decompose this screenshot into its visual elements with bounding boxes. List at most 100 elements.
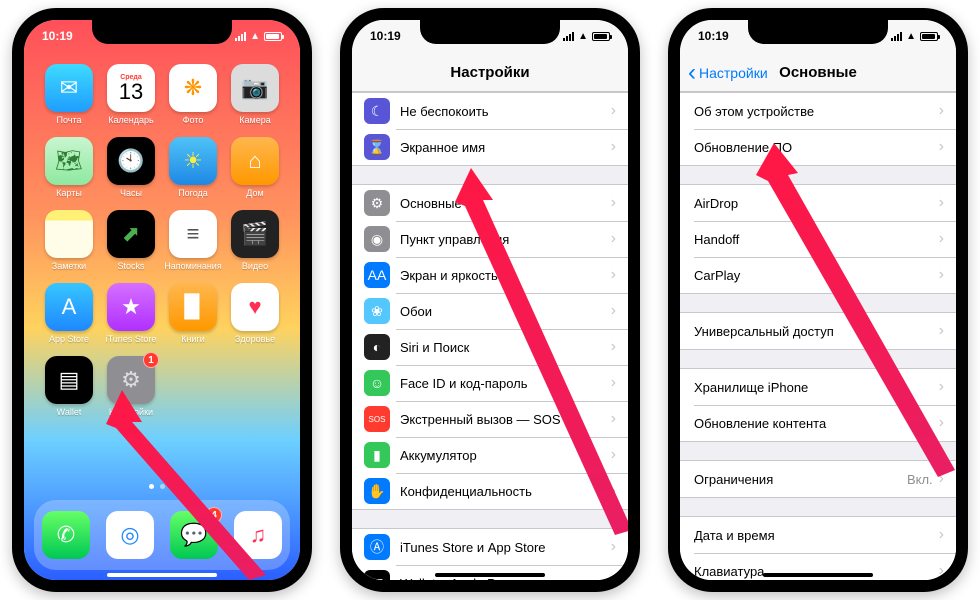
- app-photos[interactable]: ❋Фото: [162, 64, 224, 125]
- chevron-icon: ›: [611, 194, 616, 212]
- dnd-icon: ☾: [364, 98, 390, 124]
- screen-general: 10:19 Настройки Основные Об этом устройс…: [680, 20, 956, 580]
- battery-icon: [592, 32, 610, 41]
- badge: 1: [143, 352, 159, 368]
- dock-safari[interactable]: ◎: [106, 511, 154, 559]
- app-label: App Store: [49, 334, 89, 344]
- home-indicator[interactable]: [763, 573, 873, 577]
- row-label: Аккумулятор: [400, 448, 611, 463]
- chevron-icon: ›: [611, 338, 616, 356]
- row-label: Пункт управления: [400, 232, 611, 247]
- app-books[interactable]: ▉Книги: [162, 283, 224, 344]
- app-label: Часы: [120, 188, 142, 198]
- row-airdrop[interactable]: AirDrop›: [680, 185, 956, 221]
- app-label: Дом: [246, 188, 263, 198]
- app-reminders[interactable]: ≡Напоминания: [162, 210, 224, 271]
- wallpaper-icon: ❀: [364, 298, 390, 324]
- app-calendar[interactable]: Среда13Календарь: [100, 64, 162, 125]
- row-background-refresh[interactable]: Обновление контента›: [680, 405, 956, 441]
- row-display[interactable]: AAЭкран и яркость›: [352, 257, 628, 293]
- app-label: iTunes Store: [106, 334, 157, 344]
- chevron-icon: ›: [939, 562, 944, 580]
- app-home[interactable]: ⌂ Дом: [224, 137, 286, 198]
- page-indicator[interactable]: [24, 476, 300, 494]
- navbar-title: Настройки: [450, 64, 529, 81]
- row-battery[interactable]: ▮Аккумулятор›: [352, 437, 628, 473]
- app-camera[interactable]: 📷Камера: [224, 64, 286, 125]
- chevron-icon: ›: [939, 138, 944, 156]
- settings-icon: ⚙︎1: [107, 356, 155, 404]
- row-faceid[interactable]: ☺Face ID и код-пароль›: [352, 365, 628, 401]
- wifi-icon: [250, 31, 260, 42]
- home-icon: ⌂: [231, 137, 279, 185]
- app-label: Напоминания: [164, 261, 221, 271]
- row-storage[interactable]: Хранилище iPhone›: [680, 369, 956, 405]
- back-button[interactable]: Настройки: [688, 65, 768, 81]
- app-mail[interactable]: ✉︎Почта: [38, 64, 100, 125]
- row-sos[interactable]: SOSЭкстренный вызов — SOS›: [352, 401, 628, 437]
- app-wallet[interactable]: ▤Wallet: [38, 356, 100, 417]
- group: ОграниченияВкл.›: [680, 460, 956, 498]
- row-label: Не беспокоить: [400, 104, 611, 119]
- row-label: AirDrop: [694, 196, 939, 211]
- app-itunes[interactable]: ★iTunes Store: [100, 283, 162, 344]
- photos-icon: ❋: [169, 64, 217, 112]
- row-screentime[interactable]: ⌛Экранное имя›: [352, 129, 628, 165]
- dock-music[interactable]: ♫: [234, 511, 282, 559]
- row-label: Handoff: [694, 232, 939, 247]
- group: ☾ Не беспокоить ›⌛Экранное имя›: [352, 92, 628, 166]
- status-time: 10:19: [42, 29, 73, 43]
- screen-home: 10:19 ✉︎ПочтаСреда13Календарь❋Фото📷Камер…: [24, 20, 300, 580]
- row-general[interactable]: ⚙︎Основные›: [352, 185, 628, 221]
- general-list[interactable]: Об этом устройстве›Обновление ПО›AirDrop…: [680, 92, 956, 580]
- row-privacy[interactable]: ✋Конфиденциальность›: [352, 473, 628, 509]
- group: Дата и время›Клавиатура›: [680, 516, 956, 580]
- privacy-icon: ✋: [364, 478, 390, 504]
- app-clock[interactable]: 🕙Часы: [100, 137, 162, 198]
- app-label: Заметки: [52, 261, 86, 271]
- app-appstore[interactable]: A App Store: [38, 283, 100, 344]
- dock-messages[interactable]: 💬4: [170, 511, 218, 559]
- dock: ✆ ◎ 💬4 ♫: [34, 500, 290, 570]
- row-label: Конфиденциальность: [400, 484, 611, 499]
- row-wallpaper[interactable]: ❀Обои›: [352, 293, 628, 329]
- home-indicator[interactable]: [107, 573, 217, 577]
- stocks-icon: ⬈: [107, 210, 155, 258]
- chevron-icon: ›: [611, 302, 616, 320]
- chevron-icon: ›: [611, 574, 616, 580]
- row-label: Экстренный вызов — SOS: [400, 412, 611, 427]
- row-about[interactable]: Об этом устройстве›: [680, 93, 956, 129]
- app-videos[interactable]: 🎬Видео: [224, 210, 286, 271]
- row-siri[interactable]: ◐Siri и Поиск›: [352, 329, 628, 365]
- row-accessibility[interactable]: Универсальный доступ›: [680, 313, 956, 349]
- row-date-time[interactable]: Дата и время›: [680, 517, 956, 553]
- app-stocks[interactable]: ⬈Stocks: [100, 210, 162, 271]
- app-health[interactable]: ♥Здоровье: [224, 283, 286, 344]
- wifi-icon: [578, 31, 588, 42]
- dock-phone[interactable]: ✆: [42, 511, 90, 559]
- row-carplay[interactable]: CarPlay›: [680, 257, 956, 293]
- faceid-icon: ☺: [364, 370, 390, 396]
- appstore-icon: A: [45, 283, 93, 331]
- row-itunes-appstore[interactable]: ⒶiTunes Store и App Store›: [352, 529, 628, 565]
- general-icon: ⚙︎: [364, 190, 390, 216]
- status-right: [891, 31, 938, 42]
- signal-icon: [235, 32, 246, 41]
- notch: [748, 20, 888, 44]
- home-indicator[interactable]: [435, 573, 545, 577]
- row-label: Обновление ПО: [694, 140, 939, 155]
- settings-list[interactable]: ☾Не беспокоить›⌛Экранное имя›⚙︎Основные›…: [352, 92, 628, 580]
- app-weather[interactable]: ☀︎Погода: [162, 137, 224, 198]
- chevron-icon: ›: [611, 138, 616, 156]
- row-handoff[interactable]: Handoff›: [680, 221, 956, 257]
- row-software-update[interactable]: Обновление ПО›: [680, 129, 956, 165]
- row-dnd[interactable]: ☾Не беспокоить›: [352, 93, 628, 129]
- chevron-icon: ›: [611, 410, 616, 428]
- app-notes[interactable]: Заметки: [38, 210, 100, 271]
- app-maps[interactable]: 🗺Карты: [38, 137, 100, 198]
- books-icon: ▉: [169, 283, 217, 331]
- app-settings[interactable]: ⚙︎1Настройки: [100, 356, 162, 417]
- row-label: Siri и Поиск: [400, 340, 611, 355]
- row-restrictions[interactable]: ОграниченияВкл.›: [680, 461, 956, 497]
- row-control-center[interactable]: ◉Пункт управления›: [352, 221, 628, 257]
